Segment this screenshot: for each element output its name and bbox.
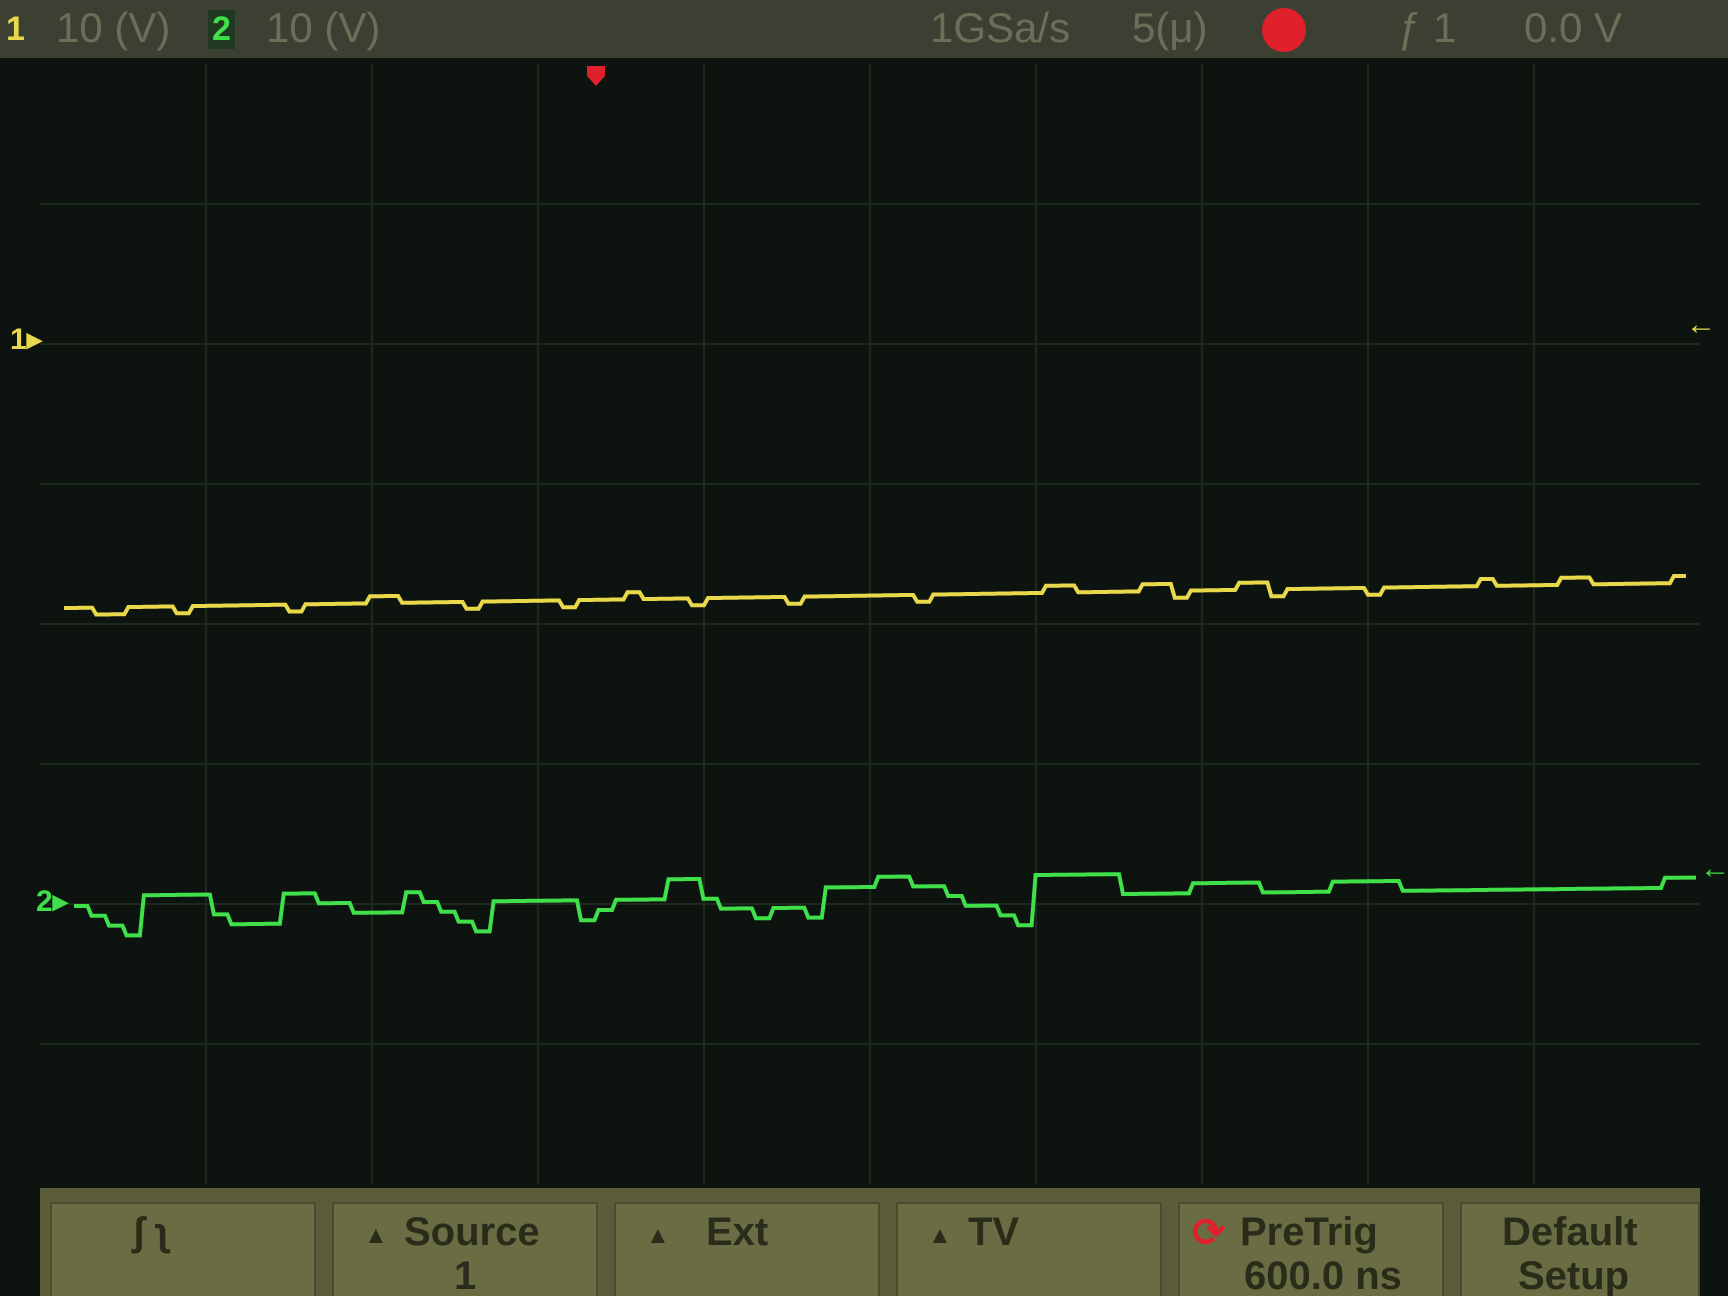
source-value: 1 [454, 1254, 477, 1296]
softkey-bar: ʃ ʅ ▲ Source 1 ▲ Ext ▲ TV ⟳ PreTrig 600.… [40, 1188, 1700, 1296]
trigger-level[interactable]: 0.0 V [1524, 4, 1622, 52]
waveform-display [40, 64, 1700, 1184]
oscilloscope-screen: 1 10 (V) 2 10 (V) 1GSa/s 5(μ) ƒ 1 0.0 V … [0, 0, 1728, 1296]
pretrig-label: PreTrig [1240, 1210, 1378, 1254]
ch1-ground-marker[interactable]: 1▸ [10, 322, 42, 357]
ch2-number[interactable]: 2 [208, 9, 235, 49]
default-setup-button[interactable]: Default Setup [1460, 1202, 1700, 1296]
up-arrow-icon: ▲ [928, 1222, 952, 1249]
up-arrow-icon: ▲ [646, 1222, 670, 1249]
status-bar: 1 10 (V) 2 10 (V) 1GSa/s 5(μ) ƒ 1 0.0 V [0, 0, 1728, 58]
ch1-scale[interactable]: 10 (V) [56, 4, 170, 52]
up-arrow-icon: ▲ [364, 1222, 388, 1249]
ext-button[interactable]: ▲ Ext [614, 1202, 880, 1296]
source-button[interactable]: ▲ Source 1 [332, 1202, 598, 1296]
ch1-number[interactable]: 1 [6, 10, 25, 49]
sample-rate: 1GSa/s [930, 4, 1071, 51]
graticule [40, 64, 1700, 1184]
slope-icon: ʃ ʅ [132, 1210, 170, 1254]
stop-indicator-icon[interactable] [1262, 8, 1306, 52]
tv-label: TV [968, 1210, 1020, 1254]
tv-button[interactable]: ▲ TV [896, 1202, 1162, 1296]
default-label: Default [1502, 1210, 1638, 1254]
ch2-ground-marker[interactable]: 2▸ [36, 884, 68, 919]
pretrig-button[interactable]: ⟳ PreTrig 600.0 ns [1178, 1202, 1444, 1296]
ch2-level-arrow-icon: ← [1700, 852, 1728, 885]
trigger-source[interactable]: ƒ 1 [1398, 4, 1456, 52]
pretrig-value: 600.0 ns [1244, 1254, 1402, 1296]
time-scale[interactable]: 5(μ) [1132, 4, 1208, 52]
setup-label: Setup [1518, 1254, 1630, 1296]
rotate-knob-icon: ⟳ [1192, 1211, 1226, 1255]
ext-label: Ext [706, 1210, 769, 1254]
source-label: Source [404, 1210, 540, 1254]
ch2-scale[interactable]: 10 (V) [266, 4, 380, 52]
channel1-trace [64, 574, 1686, 617]
ch1-trigger-level-arrow-icon: ← [1686, 308, 1716, 341]
slope-button[interactable]: ʃ ʅ [50, 1202, 316, 1296]
